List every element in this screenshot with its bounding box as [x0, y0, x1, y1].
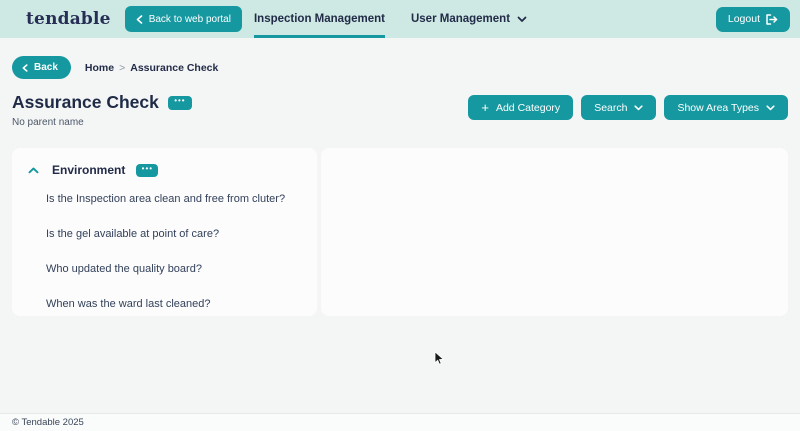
ellipsis-icon: •••: [141, 163, 154, 173]
question-list-item[interactable]: When was the ward last cleaned?: [12, 286, 317, 321]
collapse-category-button[interactable]: [26, 165, 41, 176]
category-name: Environment: [52, 163, 126, 177]
search-label: Search: [594, 101, 628, 114]
chevron-down-icon: [634, 104, 644, 111]
logout-label: Logout: [727, 13, 760, 25]
category-more-options-button[interactable]: •••: [136, 163, 159, 177]
top-navigation-bar: tendable Back to web portal Inspection M…: [0, 0, 800, 38]
add-category-button[interactable]: + Add Category: [468, 95, 574, 120]
breadcrumb-item-current: Assurance Check: [130, 61, 219, 74]
tab-label: User Management: [410, 13, 511, 25]
page-header-row: Assurance Check ••• No parent name + Add…: [12, 92, 788, 128]
detail-panel-empty: [321, 148, 788, 316]
tab-label: Inspection Management: [253, 13, 385, 25]
footer: © Tendable 2025: [0, 413, 800, 431]
breadcrumb-bar: Back Home > Assurance Check: [12, 56, 788, 79]
tab-inspection-management[interactable]: Inspection Management: [253, 0, 385, 38]
show-area-types-button[interactable]: Show Area Types: [664, 95, 788, 120]
primary-tabs: Inspection Management User Management: [253, 0, 527, 38]
copyright-text: © Tendable 2025: [12, 417, 84, 428]
breadcrumb-item-home[interactable]: Home: [85, 62, 114, 74]
page-title-more-options-button[interactable]: •••: [167, 95, 192, 110]
ellipsis-icon: •••: [174, 96, 186, 105]
plus-icon: +: [481, 99, 489, 115]
back-to-web-portal-button[interactable]: Back to web portal: [124, 6, 242, 32]
parent-name-subtitle: No parent name: [12, 117, 84, 128]
category-header: Environment •••: [12, 158, 317, 181]
page-actions: + Add Category Search Show Area Types: [468, 95, 788, 120]
page-title: Assurance Check: [12, 92, 159, 112]
chevron-left-icon: [22, 63, 28, 72]
chevron-down-icon: [766, 104, 775, 111]
chevron-down-icon: [517, 16, 527, 23]
question-list-item[interactable]: Is the gel available at point of care?: [12, 216, 317, 251]
add-category-label: Add Category: [495, 101, 561, 114]
search-button[interactable]: Search: [581, 95, 657, 120]
breadcrumb-separator: >: [119, 61, 126, 74]
logout-exit-icon: [766, 13, 778, 25]
back-button[interactable]: Back: [12, 56, 71, 79]
tendable-logo: tendable: [26, 9, 111, 29]
title-block: Assurance Check ••• No parent name: [12, 92, 192, 128]
category-panel: Environment ••• Is the Inspection area c…: [12, 148, 317, 316]
back-to-web-portal-label: Back to web portal: [148, 13, 231, 25]
chevron-up-icon: [28, 167, 39, 174]
chevron-left-icon: [136, 14, 143, 24]
app-window: tendable Back to web portal Inspection M…: [0, 0, 800, 431]
question-list-item[interactable]: Who updated the quality board?: [12, 251, 317, 286]
question-list-item[interactable]: Is the Inspection area clean and free fr…: [12, 181, 317, 216]
show-area-types-label: Show Area Types: [677, 101, 759, 114]
logout-button[interactable]: Logout: [715, 6, 790, 32]
back-button-label: Back: [34, 62, 58, 73]
main-content: Back Home > Assurance Check Assurance Ch…: [0, 38, 800, 413]
content-panels: Environment ••• Is the Inspection area c…: [12, 148, 788, 316]
breadcrumb: Home > Assurance Check: [85, 62, 218, 74]
tab-user-management[interactable]: User Management: [411, 0, 527, 38]
